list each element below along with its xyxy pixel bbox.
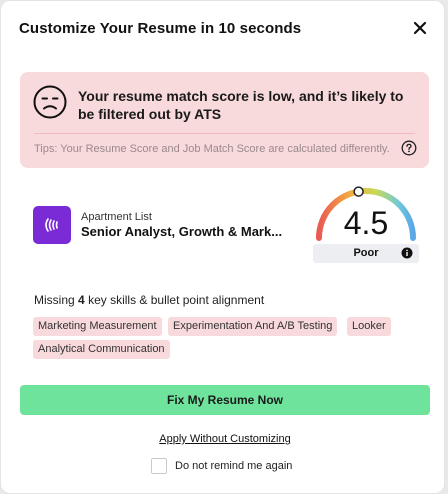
missing-prefix: Missing: [34, 293, 75, 307]
do-not-remind-checkbox[interactable]: [151, 458, 167, 474]
question-circle-icon[interactable]: [401, 140, 417, 156]
skill-tag: Analytical Communication: [33, 340, 170, 359]
sad-face-icon: [33, 85, 67, 119]
gauge-indicator: [353, 186, 364, 197]
close-icon: [413, 21, 427, 35]
job-summary: Apartment List Senior Analyst, Growth & …: [33, 206, 303, 246]
score-value: 4.5: [343, 205, 389, 241]
skill-tag: Marketing Measurement: [33, 317, 162, 336]
alert-tip: Tips: Your Resume Score and Job Match Sc…: [34, 143, 390, 155]
customize-resume-modal: Customize Your Resume in 10 seconds Your…: [0, 0, 445, 494]
modal-header: Customize Your Resume in 10 seconds: [19, 18, 430, 38]
fix-resume-button[interactable]: Fix My Resume Now: [20, 385, 430, 415]
apartment-list-logo-icon: [45, 218, 58, 232]
company-name: Apartment List: [81, 211, 152, 223]
modal-title: Customize Your Resume in 10 seconds: [19, 19, 302, 37]
apply-without-customizing: Apply Without Customizing: [1, 429, 448, 447]
match-score: 4.5 Poor: [313, 184, 419, 264]
score-rating: Poor: [313, 244, 419, 263]
do-not-remind-label[interactable]: Do not remind me again: [175, 460, 292, 472]
alert-divider: [34, 133, 415, 134]
low-score-alert: Your resume match score is low, and it’s…: [20, 72, 429, 168]
missing-suffix: key skills & bullet point alignment: [88, 293, 265, 307]
skill-tag: Looker: [347, 317, 391, 336]
close-button[interactable]: [410, 18, 430, 38]
alert-message: Your resume match score is low, and it’s…: [78, 88, 404, 122]
missing-count: 4: [78, 293, 85, 307]
missing-skills-summary: Missing 4 key skills & bullet point alig…: [34, 293, 264, 307]
apartment-list-logo: [33, 206, 71, 244]
info-icon[interactable]: [401, 247, 413, 259]
skill-tag: Experimentation And A/B Testing: [168, 317, 338, 336]
job-title: Senior Analyst, Growth & Mark...: [81, 224, 283, 239]
apply-without-customizing-link[interactable]: Apply Without Customizing: [159, 433, 290, 445]
